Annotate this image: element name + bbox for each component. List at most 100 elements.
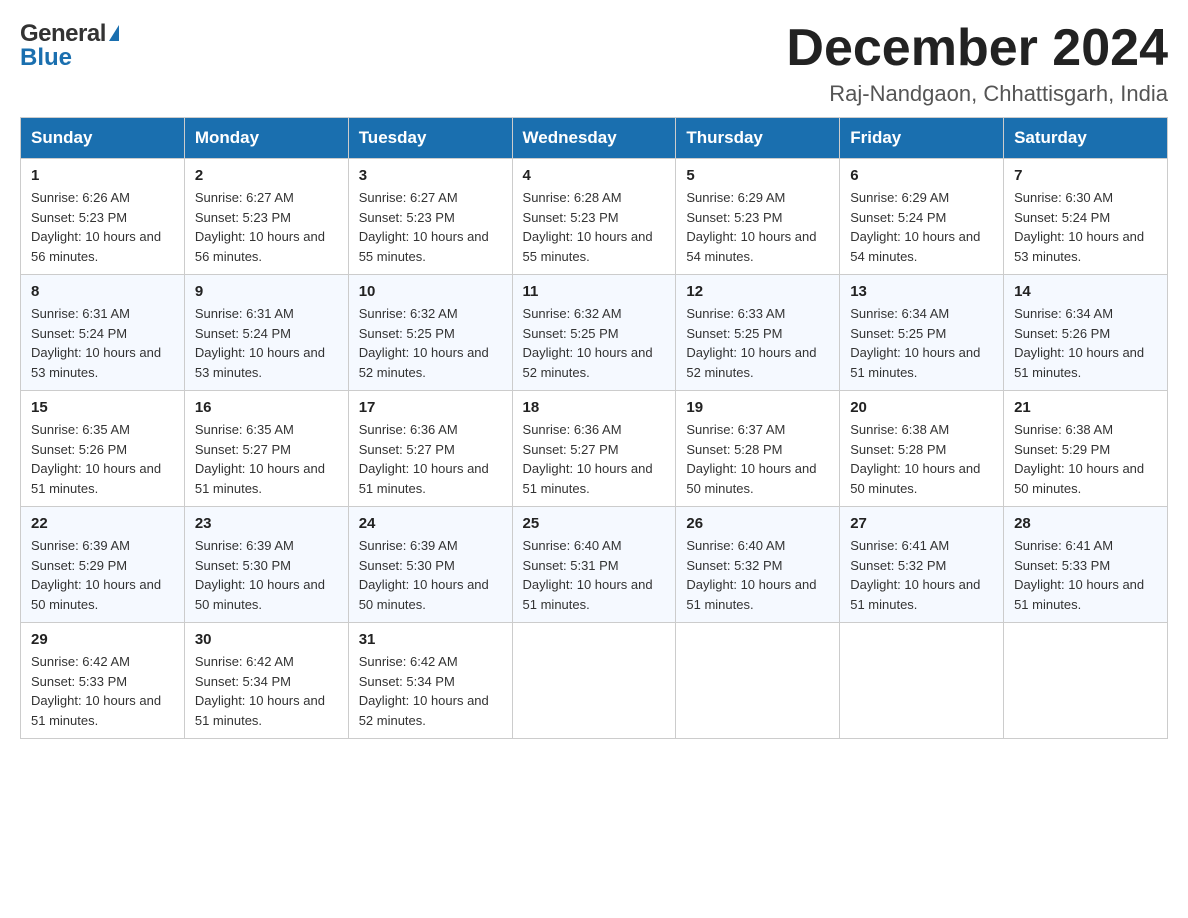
month-year-title: December 2024	[786, 20, 1168, 77]
calendar-day-cell: 15 Sunrise: 6:35 AM Sunset: 5:26 PM Dayl…	[21, 391, 185, 507]
calendar-day-cell: 28 Sunrise: 6:41 AM Sunset: 5:33 PM Dayl…	[1004, 507, 1168, 623]
calendar-day-cell: 7 Sunrise: 6:30 AM Sunset: 5:24 PM Dayli…	[1004, 159, 1168, 275]
location-subtitle: Raj-Nandgaon, Chhattisgarh, India	[786, 81, 1168, 107]
day-info: Sunrise: 6:42 AM Sunset: 5:33 PM Dayligh…	[31, 652, 174, 730]
day-info: Sunrise: 6:33 AM Sunset: 5:25 PM Dayligh…	[686, 304, 829, 382]
day-info: Sunrise: 6:32 AM Sunset: 5:25 PM Dayligh…	[523, 304, 666, 382]
col-wednesday: Wednesday	[512, 118, 676, 159]
day-number: 26	[686, 515, 829, 532]
calendar-day-cell: 12 Sunrise: 6:33 AM Sunset: 5:25 PM Dayl…	[676, 275, 840, 391]
day-number: 9	[195, 283, 338, 300]
calendar-day-cell: 13 Sunrise: 6:34 AM Sunset: 5:25 PM Dayl…	[840, 275, 1004, 391]
day-info: Sunrise: 6:34 AM Sunset: 5:26 PM Dayligh…	[1014, 304, 1157, 382]
calendar-day-cell: 26 Sunrise: 6:40 AM Sunset: 5:32 PM Dayl…	[676, 507, 840, 623]
day-number: 30	[195, 631, 338, 648]
calendar-day-cell: 4 Sunrise: 6:28 AM Sunset: 5:23 PM Dayli…	[512, 159, 676, 275]
day-info: Sunrise: 6:35 AM Sunset: 5:26 PM Dayligh…	[31, 420, 174, 498]
calendar-table: Sunday Monday Tuesday Wednesday Thursday…	[20, 117, 1168, 739]
day-number: 22	[31, 515, 174, 532]
day-number: 28	[1014, 515, 1157, 532]
calendar-week-row: 29 Sunrise: 6:42 AM Sunset: 5:33 PM Dayl…	[21, 623, 1168, 739]
day-number: 12	[686, 283, 829, 300]
col-thursday: Thursday	[676, 118, 840, 159]
day-info: Sunrise: 6:39 AM Sunset: 5:29 PM Dayligh…	[31, 536, 174, 614]
day-info: Sunrise: 6:26 AM Sunset: 5:23 PM Dayligh…	[31, 188, 174, 266]
calendar-day-cell	[676, 623, 840, 739]
calendar-week-row: 15 Sunrise: 6:35 AM Sunset: 5:26 PM Dayl…	[21, 391, 1168, 507]
day-info: Sunrise: 6:32 AM Sunset: 5:25 PM Dayligh…	[359, 304, 502, 382]
day-info: Sunrise: 6:34 AM Sunset: 5:25 PM Dayligh…	[850, 304, 993, 382]
calendar-day-cell: 20 Sunrise: 6:38 AM Sunset: 5:28 PM Dayl…	[840, 391, 1004, 507]
day-number: 16	[195, 399, 338, 416]
col-sunday: Sunday	[21, 118, 185, 159]
day-info: Sunrise: 6:29 AM Sunset: 5:24 PM Dayligh…	[850, 188, 993, 266]
day-info: Sunrise: 6:27 AM Sunset: 5:23 PM Dayligh…	[359, 188, 502, 266]
calendar-day-cell	[512, 623, 676, 739]
logo-arrow-icon	[109, 25, 119, 41]
calendar-day-cell: 24 Sunrise: 6:39 AM Sunset: 5:30 PM Dayl…	[348, 507, 512, 623]
calendar-day-cell: 9 Sunrise: 6:31 AM Sunset: 5:24 PM Dayli…	[184, 275, 348, 391]
day-info: Sunrise: 6:35 AM Sunset: 5:27 PM Dayligh…	[195, 420, 338, 498]
calendar-day-cell: 25 Sunrise: 6:40 AM Sunset: 5:31 PM Dayl…	[512, 507, 676, 623]
day-info: Sunrise: 6:41 AM Sunset: 5:32 PM Dayligh…	[850, 536, 993, 614]
logo: General Blue	[20, 20, 119, 72]
day-info: Sunrise: 6:37 AM Sunset: 5:28 PM Dayligh…	[686, 420, 829, 498]
day-info: Sunrise: 6:38 AM Sunset: 5:28 PM Dayligh…	[850, 420, 993, 498]
calendar-day-cell: 14 Sunrise: 6:34 AM Sunset: 5:26 PM Dayl…	[1004, 275, 1168, 391]
col-saturday: Saturday	[1004, 118, 1168, 159]
day-info: Sunrise: 6:28 AM Sunset: 5:23 PM Dayligh…	[523, 188, 666, 266]
day-info: Sunrise: 6:39 AM Sunset: 5:30 PM Dayligh…	[359, 536, 502, 614]
day-info: Sunrise: 6:42 AM Sunset: 5:34 PM Dayligh…	[195, 652, 338, 730]
calendar-day-cell: 3 Sunrise: 6:27 AM Sunset: 5:23 PM Dayli…	[348, 159, 512, 275]
calendar-day-cell: 1 Sunrise: 6:26 AM Sunset: 5:23 PM Dayli…	[21, 159, 185, 275]
day-info: Sunrise: 6:27 AM Sunset: 5:23 PM Dayligh…	[195, 188, 338, 266]
day-info: Sunrise: 6:38 AM Sunset: 5:29 PM Dayligh…	[1014, 420, 1157, 498]
day-info: Sunrise: 6:41 AM Sunset: 5:33 PM Dayligh…	[1014, 536, 1157, 614]
day-number: 27	[850, 515, 993, 532]
day-info: Sunrise: 6:36 AM Sunset: 5:27 PM Dayligh…	[359, 420, 502, 498]
calendar-day-cell	[1004, 623, 1168, 739]
day-number: 6	[850, 167, 993, 184]
day-number: 2	[195, 167, 338, 184]
calendar-day-cell: 31 Sunrise: 6:42 AM Sunset: 5:34 PM Dayl…	[348, 623, 512, 739]
title-block: December 2024 Raj-Nandgaon, Chhattisgarh…	[786, 20, 1168, 107]
calendar-day-cell: 22 Sunrise: 6:39 AM Sunset: 5:29 PM Dayl…	[21, 507, 185, 623]
day-number: 13	[850, 283, 993, 300]
day-info: Sunrise: 6:30 AM Sunset: 5:24 PM Dayligh…	[1014, 188, 1157, 266]
day-number: 10	[359, 283, 502, 300]
calendar-day-cell: 11 Sunrise: 6:32 AM Sunset: 5:25 PM Dayl…	[512, 275, 676, 391]
day-number: 25	[523, 515, 666, 532]
day-number: 23	[195, 515, 338, 532]
calendar-day-cell: 21 Sunrise: 6:38 AM Sunset: 5:29 PM Dayl…	[1004, 391, 1168, 507]
day-number: 31	[359, 631, 502, 648]
day-number: 1	[31, 167, 174, 184]
day-info: Sunrise: 6:29 AM Sunset: 5:23 PM Dayligh…	[686, 188, 829, 266]
day-info: Sunrise: 6:36 AM Sunset: 5:27 PM Dayligh…	[523, 420, 666, 498]
day-number: 17	[359, 399, 502, 416]
day-number: 7	[1014, 167, 1157, 184]
day-info: Sunrise: 6:40 AM Sunset: 5:31 PM Dayligh…	[523, 536, 666, 614]
day-info: Sunrise: 6:39 AM Sunset: 5:30 PM Dayligh…	[195, 536, 338, 614]
day-number: 24	[359, 515, 502, 532]
logo-blue-text: Blue	[20, 44, 119, 72]
calendar-day-cell: 8 Sunrise: 6:31 AM Sunset: 5:24 PM Dayli…	[21, 275, 185, 391]
calendar-day-cell: 5 Sunrise: 6:29 AM Sunset: 5:23 PM Dayli…	[676, 159, 840, 275]
day-number: 19	[686, 399, 829, 416]
calendar-day-cell: 18 Sunrise: 6:36 AM Sunset: 5:27 PM Dayl…	[512, 391, 676, 507]
calendar-day-cell: 10 Sunrise: 6:32 AM Sunset: 5:25 PM Dayl…	[348, 275, 512, 391]
day-info: Sunrise: 6:40 AM Sunset: 5:32 PM Dayligh…	[686, 536, 829, 614]
day-number: 20	[850, 399, 993, 416]
calendar-week-row: 22 Sunrise: 6:39 AM Sunset: 5:29 PM Dayl…	[21, 507, 1168, 623]
day-info: Sunrise: 6:31 AM Sunset: 5:24 PM Dayligh…	[195, 304, 338, 382]
calendar-day-cell: 27 Sunrise: 6:41 AM Sunset: 5:32 PM Dayl…	[840, 507, 1004, 623]
calendar-week-row: 1 Sunrise: 6:26 AM Sunset: 5:23 PM Dayli…	[21, 159, 1168, 275]
day-number: 3	[359, 167, 502, 184]
calendar-day-cell: 17 Sunrise: 6:36 AM Sunset: 5:27 PM Dayl…	[348, 391, 512, 507]
day-number: 14	[1014, 283, 1157, 300]
col-friday: Friday	[840, 118, 1004, 159]
calendar-day-cell: 30 Sunrise: 6:42 AM Sunset: 5:34 PM Dayl…	[184, 623, 348, 739]
calendar-day-cell: 19 Sunrise: 6:37 AM Sunset: 5:28 PM Dayl…	[676, 391, 840, 507]
col-tuesday: Tuesday	[348, 118, 512, 159]
day-number: 21	[1014, 399, 1157, 416]
calendar-day-cell: 16 Sunrise: 6:35 AM Sunset: 5:27 PM Dayl…	[184, 391, 348, 507]
